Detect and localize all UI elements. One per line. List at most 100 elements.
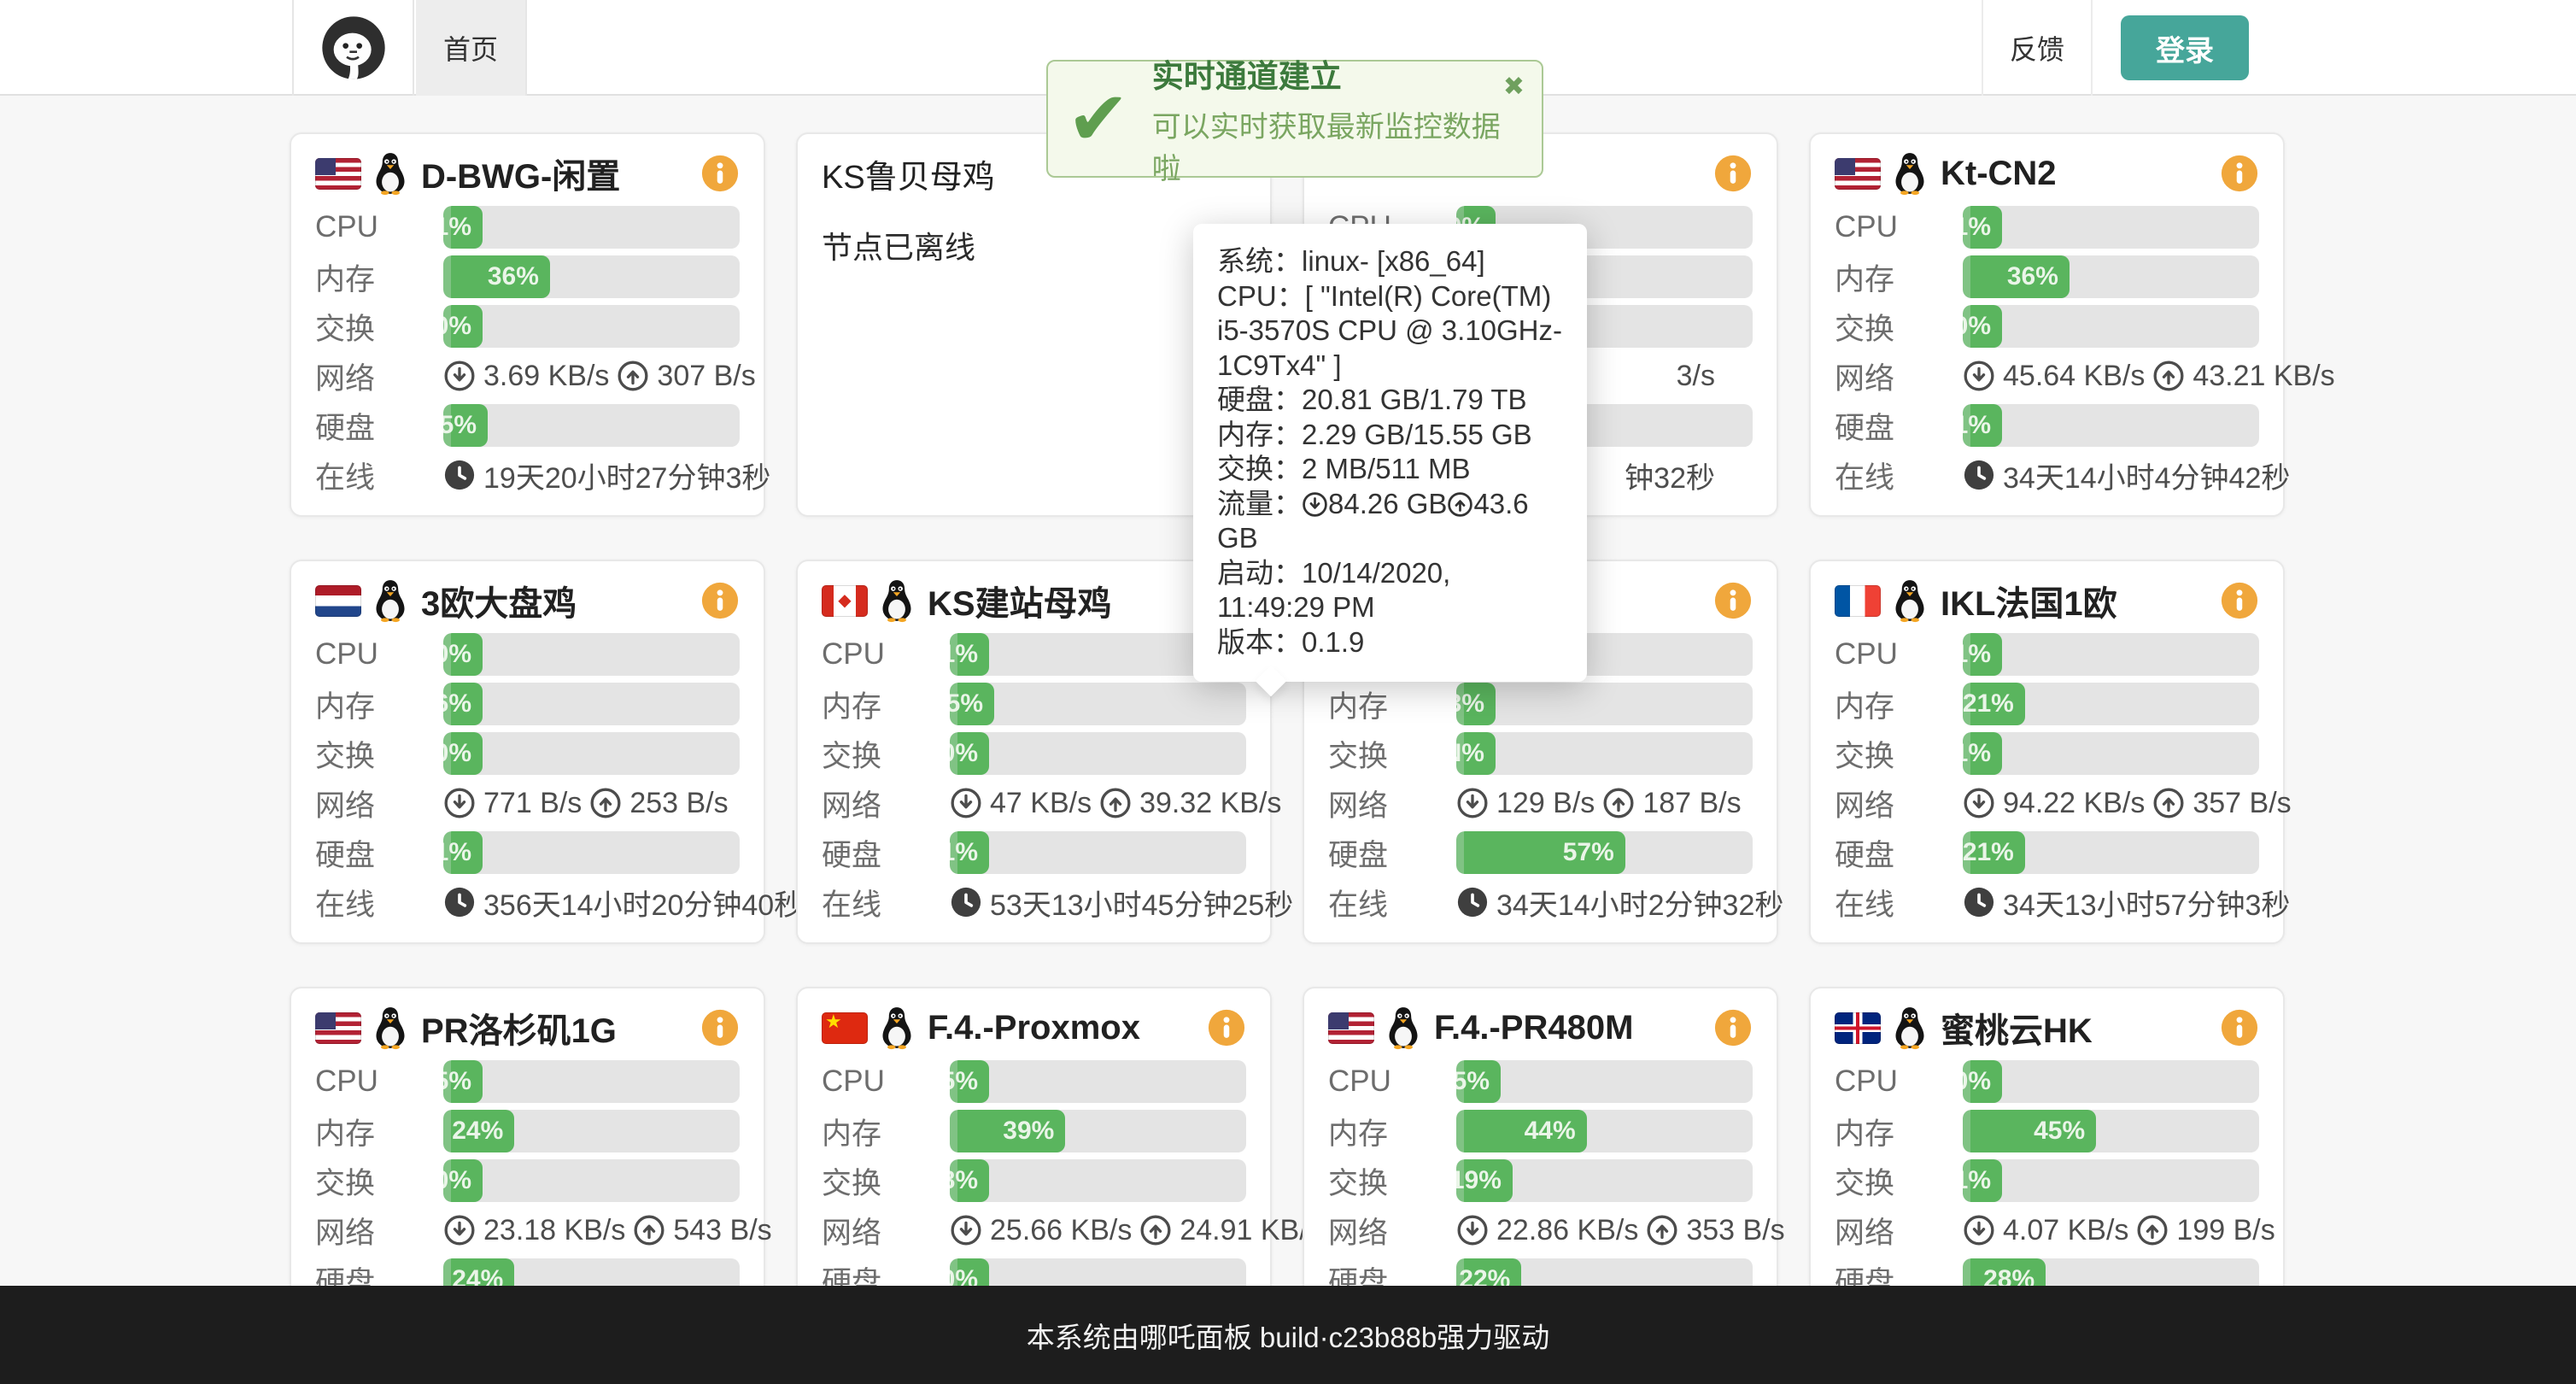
server-name: F.4.-PR480M xyxy=(1434,1009,1633,1047)
stat-row-cpu: CPU 15% xyxy=(1328,1060,1753,1103)
tooltip-row: 版本：0.1.9 xyxy=(1217,625,1563,660)
flag-us-icon xyxy=(1835,158,1881,190)
server-stats: CPU 0% 内存 6% 交换 0% 网络 771 B/s 253 B/s xyxy=(315,633,740,924)
stat-row-uptime: 在线 53天13小时45分钟25秒 xyxy=(822,881,1246,924)
network-up-value: 357 B/s xyxy=(2193,787,2291,820)
tooltip-row-label: 版本 xyxy=(1217,626,1273,658)
stat-row-swap: 交换 0% xyxy=(315,305,740,348)
network-values: 45.64 KB/s 43.21 KB/s xyxy=(1963,360,2335,393)
tooltip-row-label: CPU xyxy=(1217,280,1277,312)
footer-suffix: 强力驱动 xyxy=(1437,1315,1549,1356)
site-logo[interactable] xyxy=(292,0,414,96)
stat-row-uptime: 在线 34天14小时4分钟42秒 xyxy=(1835,454,2259,496)
cpu-bar: 0% xyxy=(1963,1060,2259,1103)
info-icon[interactable] xyxy=(2220,154,2259,193)
tooltip-row-label: 交换 xyxy=(1217,453,1273,484)
memory-label: 内存 xyxy=(315,255,443,299)
network-down-value: 45.64 KB/s xyxy=(2003,360,2145,393)
stat-row-disk: 硬盘 11% xyxy=(1835,404,2259,447)
disk-bar: 57% xyxy=(1456,831,1753,874)
server-card: 3欧大盘鸡 CPU 0% 内存 6% 交换 0% 网络 771 B/s xyxy=(290,560,765,944)
stat-row-network: 网络 47 KB/s 39.32 KB/s xyxy=(822,782,1246,824)
swap-label: 交换 xyxy=(1835,305,1963,349)
info-icon[interactable] xyxy=(700,581,740,620)
info-icon[interactable] xyxy=(1713,581,1753,620)
server-name: D-BWG-闲置 xyxy=(421,149,620,198)
memory-label: 内存 xyxy=(822,683,950,726)
tab-home-label: 首页 xyxy=(443,28,498,67)
info-icon[interactable] xyxy=(1713,1008,1753,1047)
disk-label: 硬盘 xyxy=(1328,831,1456,875)
stat-row-disk: 硬盘 15% xyxy=(315,404,740,447)
swap-label: 交换 xyxy=(822,732,950,776)
footer-prefix: 本系统由 xyxy=(1027,1315,1139,1356)
uptime-label: 在线 xyxy=(1835,881,1963,924)
stat-row-network: 网络 4.07 KB/s 199 B/s xyxy=(1835,1209,2259,1252)
close-icon[interactable]: ✖ xyxy=(1503,72,1525,102)
info-icon[interactable] xyxy=(2220,1008,2259,1047)
stat-row-network: 网络 25.66 KB/s 24.91 KB/s xyxy=(822,1209,1246,1252)
swap-percent: 8% xyxy=(950,1166,989,1195)
tab-home[interactable]: 首页 xyxy=(416,0,527,96)
memory-label: 内存 xyxy=(1328,1110,1456,1153)
info-icon[interactable] xyxy=(1713,154,1753,193)
login-button[interactable]: 登录 xyxy=(2121,15,2249,80)
uptime-value-wrap: 34天14小时2分钟32秒 xyxy=(1456,882,1783,924)
swap-bar: 0% xyxy=(443,732,740,775)
uptime-value-wrap: 19天20小时27分钟3秒 xyxy=(443,454,770,496)
swap-label: 交换 xyxy=(1835,1159,1963,1203)
stat-row-memory: 内存 45% xyxy=(1835,1110,2259,1152)
cpu-percent: 0% xyxy=(443,640,483,669)
clock-icon xyxy=(1963,459,1995,491)
stat-row-swap: 交换 0% xyxy=(822,732,1246,775)
avatar-cat-icon xyxy=(319,14,388,82)
network-values: 129 B/s 187 B/s xyxy=(1456,787,1753,820)
stat-row-memory: 内存 3% xyxy=(1328,683,1753,725)
server-card-header: PR洛杉矶1G xyxy=(315,1007,740,1048)
network-up-value: 43.21 KB/s xyxy=(2193,360,2334,393)
linux-penguin-icon xyxy=(372,1006,409,1050)
info-icon[interactable] xyxy=(700,1008,740,1047)
linux-penguin-icon xyxy=(1385,1006,1422,1050)
uptime-label: 在线 xyxy=(1328,881,1456,924)
server-info-tooltip: 系统：linux- [x86_64]CPU：[ "Intel(R) Core(T… xyxy=(1193,224,1587,682)
clock-icon xyxy=(950,886,982,918)
stat-row-cpu: CPU 1% xyxy=(1835,633,2259,676)
server-card: IKL法国1欧 CPU 1% 内存 21% 交换 1% 网络 94.22 KB/… xyxy=(1809,560,2285,944)
stat-row-swap: 交换 NaN% xyxy=(1328,732,1753,775)
memory-label: 内存 xyxy=(1835,1110,1963,1153)
flag-cn-icon xyxy=(822,1012,868,1044)
cpu-label: CPU xyxy=(315,637,443,671)
info-icon[interactable] xyxy=(1207,1008,1246,1047)
info-icon[interactable] xyxy=(700,154,740,193)
swap-percent: 0% xyxy=(950,739,989,768)
uptime-label: 在线 xyxy=(315,454,443,497)
swap-percent: NaN% xyxy=(1456,739,1496,768)
server-card-header: KS建站母鸡 xyxy=(822,580,1246,621)
stat-row-cpu: CPU 0% xyxy=(315,633,740,676)
swap-label: 交换 xyxy=(315,732,443,776)
swap-label: 交换 xyxy=(1328,1159,1456,1203)
stat-row-network: 网络 22.86 KB/s 353 B/s xyxy=(1328,1209,1753,1252)
linux-penguin-icon xyxy=(1891,151,1929,196)
network-values: 3.69 KB/s 307 B/s xyxy=(443,360,756,393)
feedback-link[interactable]: 反馈 xyxy=(1982,0,2093,96)
download-arrow-icon xyxy=(443,1214,476,1246)
stat-row-swap: 交换 0% xyxy=(315,1159,740,1202)
cpu-percent: 5% xyxy=(950,1067,989,1096)
cpu-percent: 1% xyxy=(443,213,483,242)
disk-bar: 21% xyxy=(1963,831,2259,874)
upload-arrow-icon xyxy=(2152,360,2185,392)
swap-label: 交换 xyxy=(1835,732,1963,776)
disk-percent: 57% xyxy=(1563,838,1625,867)
server-card-header: 蜜桃云HK xyxy=(1835,1007,2259,1048)
network-label: 网络 xyxy=(315,1209,443,1252)
server-name: Kt-CN2 xyxy=(1941,155,2057,193)
stat-row-uptime: 在线 34天13小时57分钟3秒 xyxy=(1835,881,2259,924)
swap-label: 交换 xyxy=(315,305,443,349)
footer-nezha-link[interactable]: 哪吒面板 build·c23b88b xyxy=(1139,1315,1437,1356)
stat-row-cpu: CPU 1% xyxy=(1835,206,2259,249)
flag-us-icon xyxy=(315,158,361,190)
info-icon[interactable] xyxy=(2220,581,2259,620)
swap-bar: 0% xyxy=(443,1159,740,1202)
